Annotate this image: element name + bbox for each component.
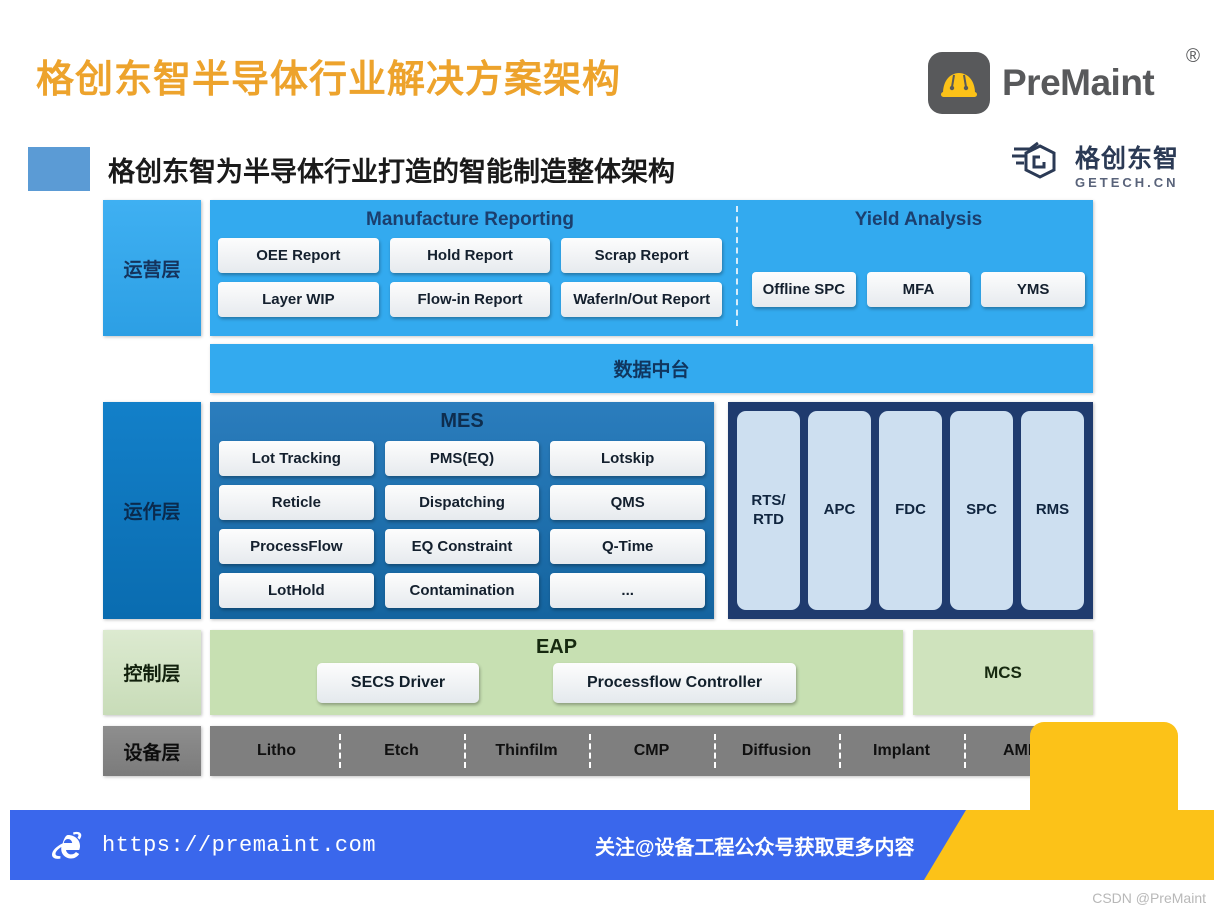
chip-dispatching[interactable]: Dispatching <box>384 485 540 520</box>
apc-column-spc[interactable]: SPC <box>950 411 1013 610</box>
getech-logo: 格创东智 GETECH.CN <box>1010 140 1179 195</box>
chip-offline-spc[interactable]: Offline SPC <box>752 272 856 307</box>
mcs-panel[interactable]: MCS <box>913 630 1093 715</box>
equipment-item-implant[interactable]: Implant <box>839 734 964 768</box>
operation-panel: Manufacture Reporting OEE Report Hold Re… <box>210 200 1093 336</box>
architecture-diagram: 运营层 Manufacture Reporting OEE Report Hol… <box>103 200 1093 784</box>
chip-lot-tracking[interactable]: Lot Tracking <box>219 441 374 476</box>
chip-q-time[interactable]: Q-Time <box>550 529 706 564</box>
subtitle-text: 格创东智为半导体行业打造的智能制造整体架构 <box>108 156 675 187</box>
footer-website[interactable]: https://premaint.com <box>50 810 376 880</box>
chip-mfa[interactable]: MFA <box>866 272 971 307</box>
data-middle-platform-bar: 数据中台 <box>210 344 1093 393</box>
mes-row-3: ProcessFlow EQ Constraint Q-Time <box>219 529 706 564</box>
hard-hat-icon <box>928 52 990 114</box>
equipment-item-etch[interactable]: Etch <box>339 734 464 768</box>
group-title-yield-analysis: Yield Analysis <box>854 209 983 230</box>
layer-operating: 运作层 MES Lot Tracking PMS(EQ) Lotskip Ret… <box>103 402 1093 619</box>
layer-label-equipment: 设备层 <box>103 726 201 776</box>
equipment-item-thinfilm[interactable]: Thinfilm <box>464 734 589 768</box>
advanced-control-panel: RTS/ RTD APC FDC SPC RMS <box>728 402 1093 619</box>
page-title: 格创东智半导体行业解决方案架构 <box>36 59 622 101</box>
chip-waferin-out-report[interactable]: WaferIn/Out Report <box>561 282 723 317</box>
chip-eq-constraint[interactable]: EQ Constraint <box>384 529 540 564</box>
layer-label-control: 控制层 <box>103 630 201 715</box>
equipment-panel: Litho Etch Thinfilm CMP Diffusion Implan… <box>210 726 1093 776</box>
eap-title: EAP <box>535 636 578 658</box>
mes-row-1: Lot Tracking PMS(EQ) Lotskip <box>219 441 706 476</box>
section-subtitle: 格创东智为半导体行业打造的智能制造整体架构 <box>28 147 675 191</box>
chip-secs-driver[interactable]: SECS Driver <box>316 663 480 703</box>
yellow-decoration-block <box>1030 722 1178 837</box>
manufacture-reporting-row-2: Layer WIP Flow-in Report WaferIn/Out Rep… <box>218 282 723 317</box>
chip-lothold[interactable]: LotHold <box>219 573 374 608</box>
chip-layer-wip[interactable]: Layer WIP <box>218 282 379 317</box>
registered-trademark-symbol: ® <box>1186 46 1200 67</box>
subtitle-swatch <box>28 147 90 191</box>
getech-hex-g-icon <box>1010 140 1066 195</box>
chip-more[interactable]: ... <box>550 573 706 608</box>
chip-contamination[interactable]: Contamination <box>384 573 540 608</box>
equipment-item-diffusion[interactable]: Diffusion <box>714 734 839 768</box>
premaint-wordmark: PreMaint <box>1002 62 1155 103</box>
equipment-item-litho[interactable]: Litho <box>214 742 339 760</box>
csdn-watermark: CSDN @PreMaint <box>1092 890 1206 906</box>
layer-operation: 运营层 Manufacture Reporting OEE Report Hol… <box>103 200 1093 336</box>
chip-pms-eq[interactable]: PMS(EQ) <box>384 441 540 476</box>
manufacture-reporting-row-1: OEE Report Hold Report Scrap Report <box>218 238 723 273</box>
group-manufacture-reporting: Manufacture Reporting OEE Report Hold Re… <box>218 206 723 326</box>
chip-qms[interactable]: QMS <box>550 485 706 520</box>
getech-brand-cn: 格创东智 <box>1075 144 1180 173</box>
layer-label-operating: 运作层 <box>103 402 201 619</box>
chip-lotskip[interactable]: Lotskip <box>550 441 706 476</box>
layer-equipment: 设备层 Litho Etch Thinfilm CMP Diffusion Im… <box>103 726 1093 776</box>
getech-brand-en: GETECH.CN <box>1075 174 1179 190</box>
chip-yms[interactable]: YMS <box>981 272 1086 307</box>
apc-column-fdc[interactable]: FDC <box>879 411 942 610</box>
layer-label-operation: 运营层 <box>103 200 201 336</box>
mes-row-2: Reticle Dispatching QMS <box>219 485 706 520</box>
footer-url-text: https://premaint.com <box>102 832 377 858</box>
chip-oee-report[interactable]: OEE Report <box>218 238 379 273</box>
layer-control: 控制层 EAP SECS Driver Processflow Controll… <box>103 630 1093 715</box>
yield-analysis-row-1: Offline SPC MFA YMS <box>752 272 1086 307</box>
internet-explorer-icon <box>50 827 86 863</box>
group-yield-analysis: Yield Analysis Offline SPC MFA YMS <box>736 206 1086 326</box>
chip-scrap-report[interactable]: Scrap Report <box>561 238 723 273</box>
chip-processflow[interactable]: ProcessFlow <box>219 529 374 564</box>
group-title-manufacture-reporting: Manufacture Reporting <box>366 209 574 230</box>
apc-column-apc[interactable]: APC <box>808 411 871 610</box>
eap-panel: EAP SECS Driver Processflow Controller <box>210 630 903 715</box>
mes-title: MES <box>440 410 484 432</box>
apc-column-rms[interactable]: RMS <box>1021 411 1084 610</box>
footer-follow-text: 关注@设备工程公众号获取更多内容 <box>595 836 915 859</box>
mes-panel: MES Lot Tracking PMS(EQ) Lotskip Reticle… <box>210 402 714 619</box>
chip-flow-in-report[interactable]: Flow-in Report <box>389 282 551 317</box>
apc-column-rts-rtd[interactable]: RTS/ RTD <box>737 411 800 610</box>
chip-processflow-controller[interactable]: Processflow Controller <box>552 663 797 703</box>
equipment-item-cmp[interactable]: CMP <box>589 734 714 768</box>
chip-hold-report[interactable]: Hold Report <box>389 238 551 273</box>
premaint-logo: PreMaint <box>928 52 1155 114</box>
mes-row-4: LotHold Contamination ... <box>219 573 706 608</box>
chip-reticle[interactable]: Reticle <box>219 485 374 520</box>
